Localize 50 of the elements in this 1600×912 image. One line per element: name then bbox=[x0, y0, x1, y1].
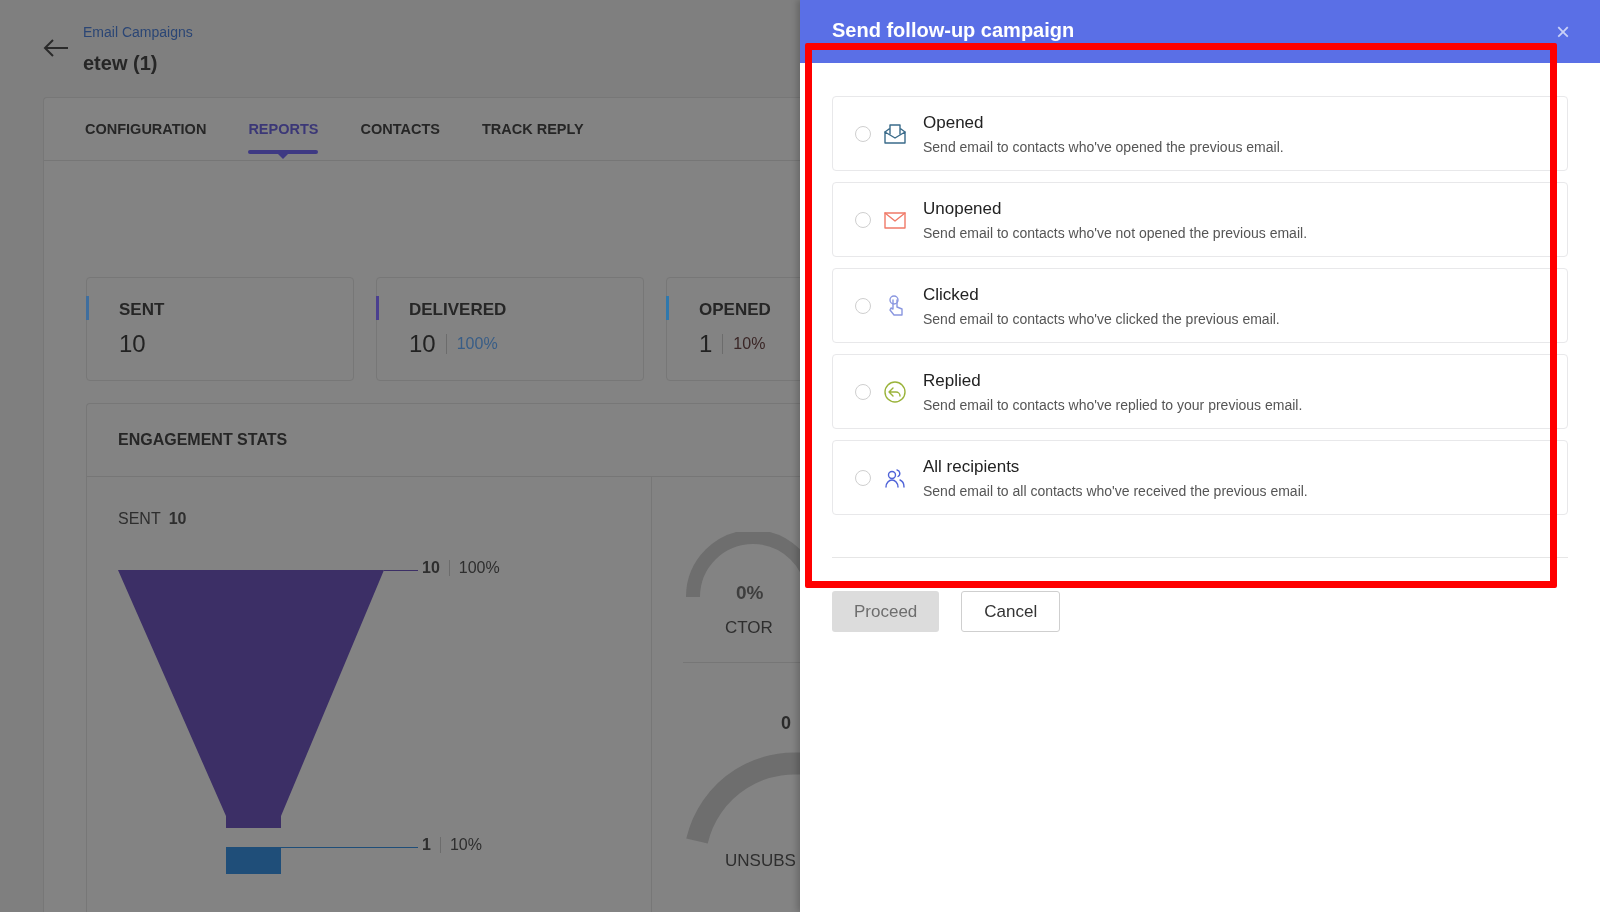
back-arrow-icon[interactable] bbox=[43, 38, 69, 58]
open-envelope-icon bbox=[883, 121, 907, 146]
cancel-button[interactable]: Cancel bbox=[961, 591, 1061, 632]
stat-percent: 100% bbox=[456, 335, 498, 353]
stat-label: DELIVERED bbox=[409, 300, 508, 320]
tab[interactable]: TRACK REPLY bbox=[481, 98, 584, 160]
stat-percent: 10% bbox=[733, 335, 766, 353]
gauge-label: UNSUBS bbox=[725, 851, 796, 871]
radio-button[interactable] bbox=[855, 383, 871, 400]
page-title: etew (1) bbox=[83, 52, 159, 75]
radio-button[interactable] bbox=[855, 125, 871, 142]
option-card[interactable]: All recipients Send email to all contacts who've received the previous email. bbox=[832, 440, 1568, 515]
funnel-count: 1 bbox=[422, 836, 431, 854]
reply-icon bbox=[883, 379, 907, 404]
breadcrumb-link[interactable]: Email Campaigns bbox=[83, 24, 193, 40]
panel-title: Send follow-up campaign bbox=[832, 19, 1075, 42]
stat-value: 10 bbox=[119, 330, 146, 358]
option-description: Send email to contacts who've not opened the previous email. bbox=[923, 224, 1307, 241]
option-card[interactable]: Opened Send email to contacts who've opened the previous email. bbox=[832, 96, 1568, 171]
gauge-label: CTOR bbox=[725, 618, 773, 638]
option-title: All recipients bbox=[923, 456, 1021, 477]
option-description: Send email to contacts who've opened the previous email. bbox=[923, 138, 1284, 155]
option-card[interactable]: Replied Send email to contacts who've replied to your previous email. bbox=[832, 354, 1568, 429]
gauge-value: 0 bbox=[781, 713, 791, 734]
option-description: Send email to contacts who've replied to your previous email. bbox=[923, 396, 1303, 413]
stat-label: SENT bbox=[119, 300, 166, 320]
close-button[interactable]: × bbox=[1556, 17, 1570, 46]
option-card[interactable]: Unopened Send email to contacts who've not opened the previous email. bbox=[832, 182, 1568, 257]
option-card[interactable]: Clicked Send email to contacts who've clicked the previous email. bbox=[832, 268, 1568, 343]
tab[interactable]: REPORTS bbox=[248, 98, 319, 160]
stat-value: 1 bbox=[699, 330, 713, 358]
option-description: Send email to contacts who've clicked the previous email. bbox=[923, 310, 1280, 327]
radio-button[interactable] bbox=[855, 211, 871, 228]
tab[interactable]: CONTACTS bbox=[360, 98, 440, 160]
stat-label: OPENED bbox=[699, 300, 772, 320]
option-title: Unopened bbox=[923, 198, 1003, 219]
funnel-count: 10 bbox=[422, 559, 440, 577]
tab[interactable]: CONFIGURATION bbox=[85, 98, 207, 160]
funnel-percent: 10% bbox=[449, 836, 482, 854]
radio-button[interactable] bbox=[855, 469, 871, 486]
option-title: Replied bbox=[923, 370, 982, 391]
radio-button[interactable] bbox=[855, 297, 871, 314]
option-description: Send email to all contacts who've received the previous email. bbox=[923, 482, 1308, 499]
section-title: ENGAGEMENT STATS bbox=[118, 431, 288, 449]
option-title: Clicked bbox=[923, 284, 980, 305]
sent-summary: SENT 10 bbox=[118, 510, 188, 528]
funnel-percent: 100% bbox=[458, 559, 500, 577]
gauge-value: 0% bbox=[736, 582, 764, 604]
option-title: Opened bbox=[923, 112, 985, 133]
stat-value: 10 bbox=[409, 330, 436, 358]
